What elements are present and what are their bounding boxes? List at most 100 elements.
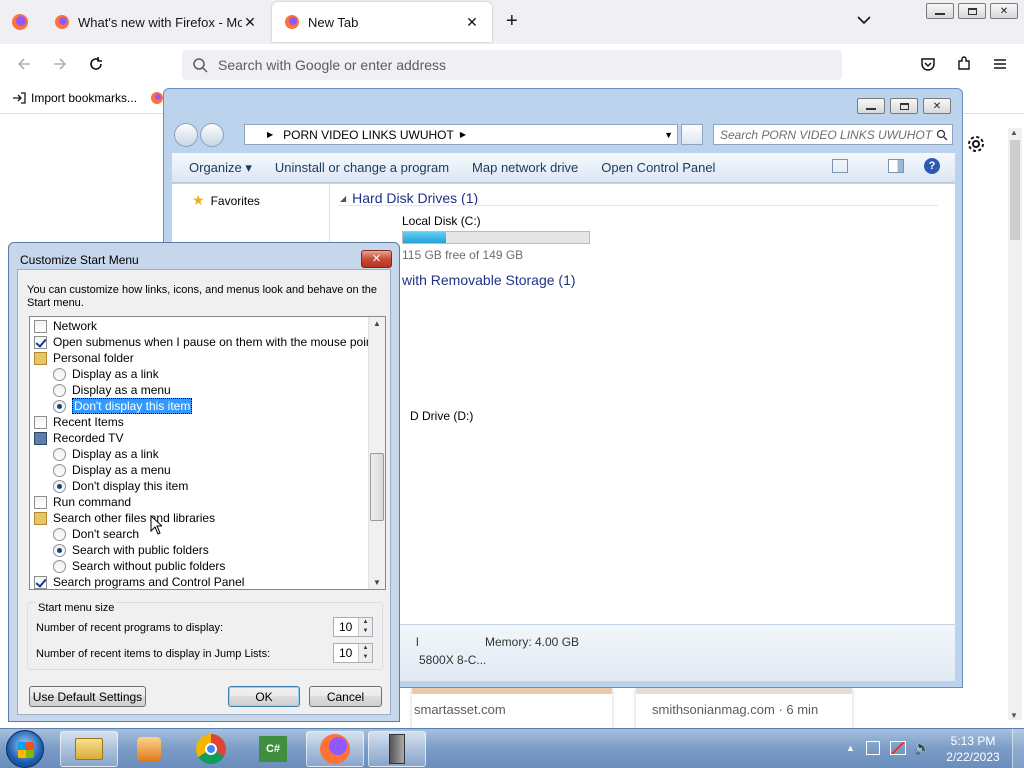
list-item[interactable]: Display as a menu <box>53 462 171 478</box>
volume-icon[interactable]: 🔈 <box>914 740 930 756</box>
list-item[interactable]: Search with public folders <box>53 542 209 558</box>
taskbar-chrome[interactable] <box>182 731 240 767</box>
show-hidden-icons-icon[interactable]: ▲ <box>846 743 855 753</box>
ok-button[interactable]: OK <box>228 686 300 707</box>
radio-button[interactable] <box>53 479 66 493</box>
restore-button[interactable] <box>958 3 986 19</box>
start-menu-options-list[interactable]: Network Open submenus when I pause on th… <box>29 316 386 590</box>
stepper-arrows[interactable]: ▲ ▼ <box>358 618 372 636</box>
list-item[interactable]: Open submenus when I pause on them with … <box>34 334 385 350</box>
dialog-close-button[interactable]: ✕ <box>361 250 392 268</box>
reload-icon[interactable] <box>88 56 104 72</box>
page-scrollbar[interactable]: ▲ ▼ <box>1008 128 1022 720</box>
map-network-drive-button[interactable]: Map network drive <box>472 160 578 175</box>
clock[interactable]: 5:13 PM 2/22/2023 <box>940 733 1006 765</box>
import-bookmarks-link[interactable]: Import bookmarks... <box>12 91 137 105</box>
dvd-drive-item[interactable]: D Drive (D:) <box>410 409 473 423</box>
radio-button[interactable] <box>53 367 66 381</box>
url-bar[interactable]: Search with Google or enter address <box>182 50 842 80</box>
radio-button[interactable] <box>53 383 66 397</box>
taskbar-csharp-app[interactable]: C# <box>244 731 302 767</box>
radio-button[interactable] <box>53 543 66 557</box>
scroll-down-icon[interactable]: ▼ <box>373 578 381 587</box>
checkbox[interactable] <box>34 319 47 333</box>
cancel-button[interactable]: Cancel <box>309 686 382 707</box>
list-item[interactable]: Don't display this item <box>53 478 188 494</box>
stepper-arrows[interactable]: ▲ ▼ <box>358 644 372 662</box>
minimize-button[interactable] <box>926 3 954 19</box>
list-all-tabs-icon[interactable] <box>856 12 872 28</box>
radio-button[interactable] <box>53 399 66 413</box>
address-dropdown-icon[interactable]: ▼ <box>664 130 673 140</box>
checkbox[interactable] <box>34 335 47 349</box>
list-item[interactable]: Don't display this item <box>53 398 193 414</box>
list-item[interactable]: Recent Items <box>34 414 124 430</box>
use-default-settings-button[interactable]: Use Default Settings <box>29 686 146 707</box>
preview-pane-icon[interactable] <box>888 159 904 173</box>
recent-items-stepper[interactable]: 10 ▲ ▼ <box>333 643 373 663</box>
menu-icon[interactable] <box>992 56 1008 72</box>
explorer-minimize-button[interactable] <box>857 98 885 114</box>
radio-button[interactable] <box>53 463 66 477</box>
local-disk-item[interactable]: Local Disk (C:) 115 GB free of 149 GB <box>402 214 590 262</box>
removable-group-header[interactable]: with Removable Storage (1) <box>402 272 576 288</box>
taskbar-firefox[interactable] <box>306 731 364 767</box>
help-icon[interactable]: ? <box>924 158 940 174</box>
list-item[interactable]: Search without public folders <box>53 558 225 574</box>
close-tab-icon[interactable]: ✕ <box>242 14 258 31</box>
taskbar-control-panel[interactable] <box>368 731 426 767</box>
back-button[interactable] <box>174 123 198 147</box>
checkbox[interactable] <box>34 415 47 429</box>
scroll-up-icon[interactable]: ▲ <box>373 319 381 328</box>
uninstall-program-button[interactable]: Uninstall or change a program <box>275 160 449 175</box>
address-bar[interactable]: ▶ PORN VIDEO LINKS UWUHOT ▶ ▼ <box>244 124 678 145</box>
checkbox[interactable] <box>34 575 47 589</box>
pocket-icon[interactable] <box>920 56 936 72</box>
back-icon[interactable] <box>16 56 32 72</box>
explorer-maximize-button[interactable] <box>890 98 918 114</box>
tab-whats-new[interactable]: What's new with Firefox - More ✕ <box>42 0 270 44</box>
checkbox[interactable] <box>34 495 47 509</box>
taskbar-media-player[interactable] <box>120 731 178 767</box>
tab-new-tab[interactable]: New Tab ✕ <box>272 2 492 42</box>
list-scrollbar[interactable]: ▲ ▼ <box>368 317 385 589</box>
view-options-icon[interactable] <box>832 159 848 173</box>
list-item[interactable]: Don't search <box>53 526 139 542</box>
explorer-search-input[interactable]: Search PORN VIDEO LINKS UWUHOT <box>713 124 953 145</box>
refresh-icon[interactable] <box>681 124 703 145</box>
newtab-settings-gear-icon[interactable] <box>966 134 986 154</box>
extensions-icon[interactable] <box>956 56 972 72</box>
radio-button[interactable] <box>53 559 66 573</box>
open-control-panel-button[interactable]: Open Control Panel <box>601 160 715 175</box>
story-card[interactable]: smithsonianmag.com · 6 min <box>636 688 852 728</box>
scroll-thumb[interactable] <box>370 453 384 521</box>
network-icon[interactable] <box>890 741 906 755</box>
new-tab-plus-icon[interactable]: + <box>506 10 518 33</box>
organize-menu[interactable]: Organize ▾ <box>189 160 252 176</box>
story-card[interactable]: smartasset.com <box>412 688 612 728</box>
show-desktop-button[interactable] <box>1012 729 1024 768</box>
recent-programs-stepper[interactable]: 10 ▲ ▼ <box>333 617 373 637</box>
list-item[interactable]: Display as a menu <box>53 382 171 398</box>
list-item[interactable]: Network <box>34 318 97 334</box>
start-button[interactable] <box>6 730 44 768</box>
hdd-group-header[interactable]: ◢ Hard Disk Drives (1) <box>340 190 478 206</box>
drive-name: Local Disk (C:) <box>402 214 481 228</box>
forward-icon[interactable] <box>52 56 68 72</box>
list-item[interactable]: Display as a link <box>53 366 159 382</box>
firefox-bookmark-icon[interactable] <box>150 91 164 105</box>
firefox-view-icon[interactable] <box>10 12 30 32</box>
radio-button[interactable] <box>53 447 66 461</box>
explorer-close-button[interactable]: ✕ <box>923 98 951 114</box>
list-item[interactable]: Search programs and Control Panel <box>34 574 244 589</box>
command-bar: Organize ▾ Uninstall or change a program… <box>172 153 955 183</box>
favorites-item[interactable]: ★ Favorites <box>192 192 260 209</box>
radio-button[interactable] <box>53 527 66 541</box>
forward-button[interactable] <box>200 123 224 147</box>
action-center-icon[interactable] <box>866 741 880 755</box>
close-window-button[interactable]: ✕ <box>990 3 1018 19</box>
list-item[interactable]: Run command <box>34 494 131 510</box>
close-tab-icon[interactable]: ✕ <box>464 14 480 31</box>
list-item[interactable]: Display as a link <box>53 446 159 462</box>
taskbar-explorer[interactable] <box>60 731 118 767</box>
